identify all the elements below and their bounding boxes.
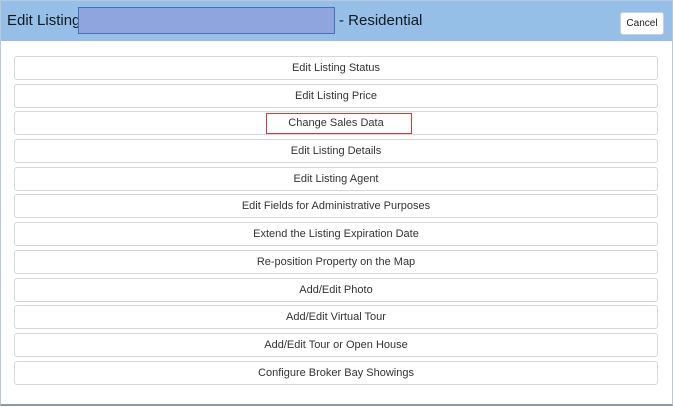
- menu-item-label: Edit Listing Agent: [293, 172, 379, 185]
- menu-item-label: Edit Fields for Administrative Purposes: [241, 200, 431, 213]
- reposition-property-map-button[interactable]: Re-position Property on the Map: [14, 249, 658, 274]
- menu-item-label: Add/Edit Tour or Open House: [264, 338, 408, 351]
- add-edit-photo-button[interactable]: Add/Edit Photo: [14, 277, 658, 302]
- menu-item-label: Re-position Property on the Map: [256, 255, 416, 268]
- edit-listing-price-button[interactable]: Edit Listing Price: [14, 83, 658, 108]
- edit-admin-fields-button[interactable]: Edit Fields for Administrative Purposes: [14, 194, 658, 219]
- menu-item-label: Edit Listing Details: [290, 145, 382, 158]
- dialog-title-label: Edit Listing:: [7, 12, 85, 29]
- change-sales-data-button[interactable]: Change Sales Data: [14, 111, 658, 136]
- menu-item-label: Add/Edit Photo: [299, 283, 373, 296]
- configure-broker-bay-button[interactable]: Configure Broker Bay Showings: [14, 360, 658, 385]
- edit-listing-dialog: Edit Listing: - Residential Cancel Edit …: [0, 0, 673, 406]
- edit-options-menu: Edit Listing Status Edit Listing Price C…: [14, 56, 658, 388]
- edit-listing-agent-button[interactable]: Edit Listing Agent: [14, 166, 658, 191]
- dialog-header: Edit Listing: - Residential Cancel: [1, 1, 672, 41]
- add-edit-virtual-tour-button[interactable]: Add/Edit Virtual Tour: [14, 305, 658, 330]
- menu-item-label: Edit Listing Status: [291, 62, 381, 74]
- extend-expiration-date-button[interactable]: Extend the Listing Expiration Date: [14, 222, 658, 247]
- listing-address-redacted: [78, 7, 335, 34]
- menu-item-label: Extend the Listing Expiration Date: [253, 228, 419, 241]
- menu-item-label: Change Sales Data: [288, 117, 384, 130]
- menu-item-label: Edit Listing Price: [295, 89, 377, 102]
- menu-item-label: Configure Broker Bay Showings: [258, 366, 414, 379]
- edit-listing-details-button[interactable]: Edit Listing Details: [14, 139, 658, 164]
- add-edit-open-house-button[interactable]: Add/Edit Tour or Open House: [14, 332, 658, 357]
- cancel-button[interactable]: Cancel: [620, 12, 664, 35]
- edit-listing-status-button[interactable]: Edit Listing Status: [14, 56, 658, 80]
- listing-type-label: - Residential: [339, 12, 423, 29]
- menu-item-label: Add/Edit Virtual Tour: [286, 311, 386, 324]
